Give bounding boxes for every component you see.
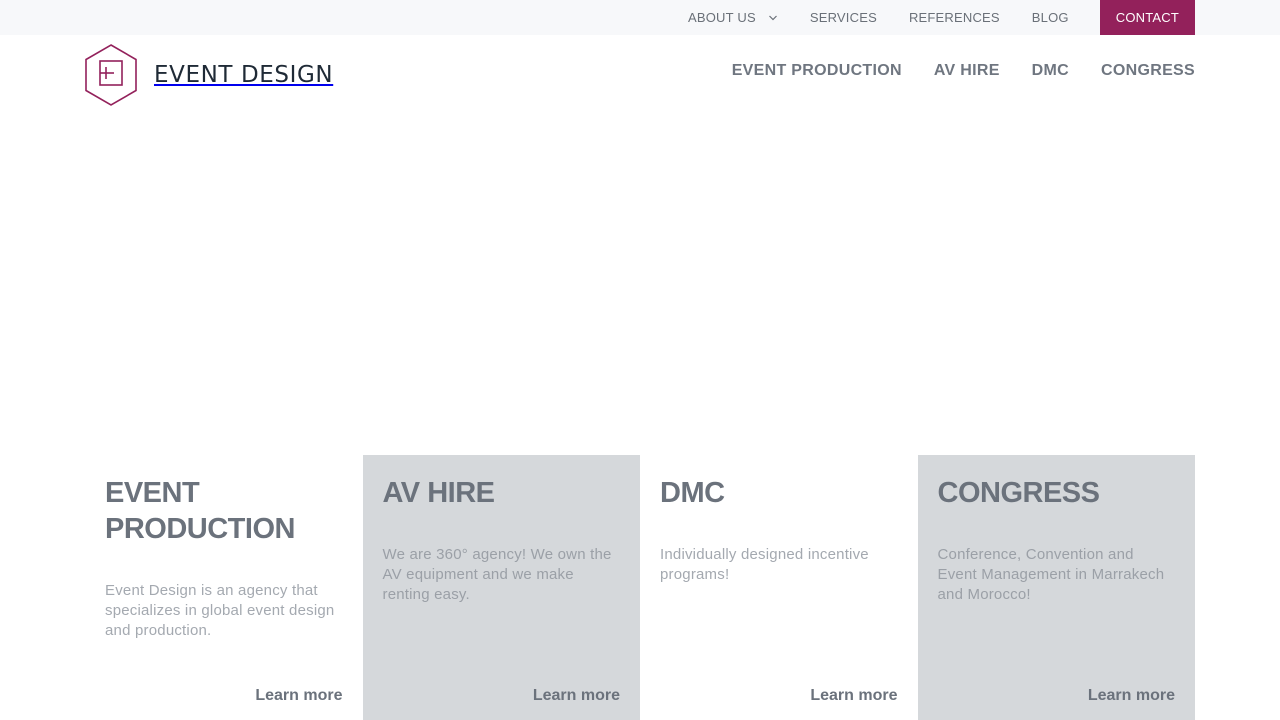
top-nav: ABOUT US SERVICES REFERENCES BLOG CONTAC…	[688, 0, 1195, 35]
card-description: Event Design is an agency that specializ…	[105, 582, 335, 639]
learn-more-link[interactable]: Learn more	[533, 687, 620, 705]
main-nav: EVENT PRODUCTION AV HIRE DMC CONGRESS	[732, 62, 1195, 80]
logo-wordmark: EVENT DESIGN	[154, 62, 334, 88]
card-title: CONGRESS	[937, 477, 1100, 509]
service-card-event-production: EVENT PRODUCTION Event Design is an agen…	[85, 455, 363, 720]
topnav-references[interactable]: REFERENCES	[909, 0, 1000, 35]
card-title: AV HIRE	[382, 477, 495, 509]
learn-more-link[interactable]: Learn more	[255, 687, 342, 705]
service-card-av-hire: AV HIRE We are 360° agency! We own the A…	[362, 455, 640, 720]
chevron-down-icon[interactable]	[768, 13, 778, 23]
contact-button[interactable]: CONTACT	[1099, 0, 1195, 35]
service-cards: EVENT PRODUCTION Event Design is an agen…	[85, 455, 1195, 720]
logo-hexagon-icon	[85, 44, 137, 106]
topnav-about-us-label: ABOUT US	[688, 10, 756, 25]
learn-more-link[interactable]: Learn more	[810, 687, 897, 705]
card-title: DMC	[660, 477, 725, 509]
service-card-congress: CONGRESS Conference, Convention and Even…	[917, 455, 1195, 720]
service-card-dmc: DMC Individually designed incentive prog…	[640, 455, 918, 720]
site-logo[interactable]: EVENT DESIGN	[84, 44, 333, 106]
top-utility-bar: ABOUT US SERVICES REFERENCES BLOG CONTAC…	[0, 0, 1280, 35]
mainnav-event-production[interactable]: EVENT PRODUCTION	[732, 62, 902, 80]
mainnav-dmc[interactable]: DMC	[1032, 62, 1069, 80]
card-description: Conference, Convention and Event Managem…	[937, 546, 1165, 603]
topnav-services[interactable]: SERVICES	[810, 0, 877, 35]
card-description: Individually designed incentive programs…	[660, 546, 869, 583]
topnav-about-us[interactable]: ABOUT US	[688, 0, 778, 35]
mainnav-congress[interactable]: CONGRESS	[1101, 62, 1195, 80]
card-description: We are 360° agency! We own the AV equipm…	[382, 546, 612, 603]
learn-more-link[interactable]: Learn more	[1088, 687, 1175, 705]
topnav-blog[interactable]: BLOG	[1032, 0, 1069, 35]
card-title: EVENT PRODUCTION	[105, 477, 295, 545]
mainnav-av-hire[interactable]: AV HIRE	[934, 62, 1000, 80]
